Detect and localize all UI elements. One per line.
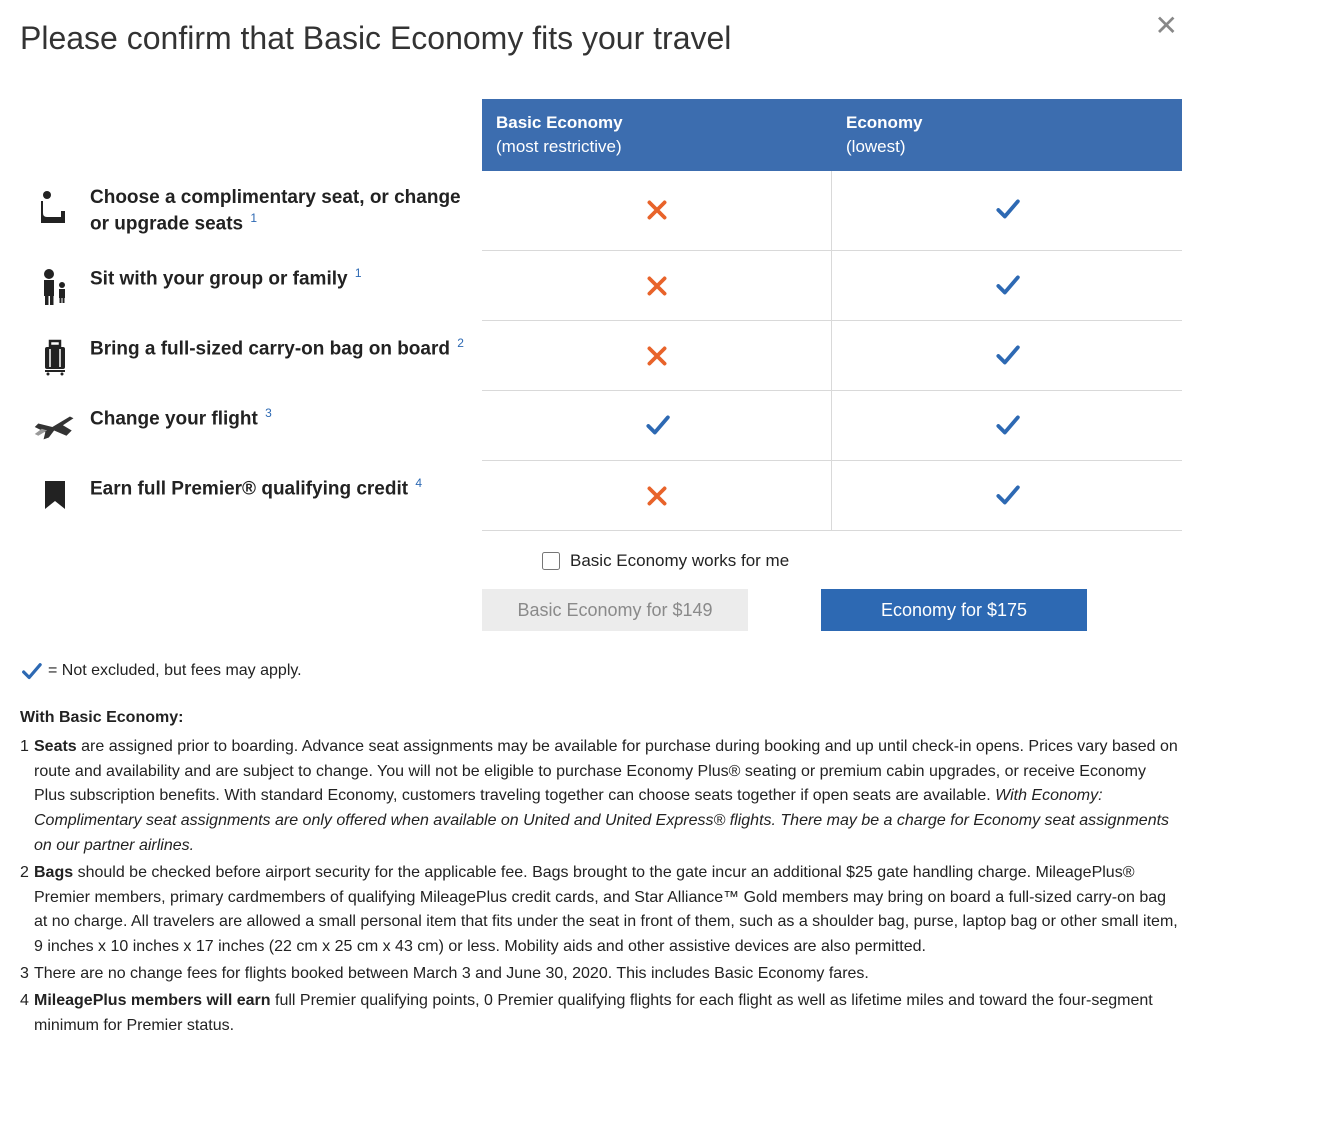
spacer bbox=[20, 99, 482, 171]
x-icon bbox=[644, 483, 670, 509]
basic-value bbox=[482, 321, 832, 391]
ribbon-icon bbox=[20, 475, 90, 517]
footnote-2: Bags should be checked before airport se… bbox=[20, 861, 1180, 960]
check-icon bbox=[994, 413, 1020, 439]
comparison-grid: Basic Economy (most restrictive) Economy… bbox=[20, 99, 1318, 631]
acknowledge-checkbox-row: Basic Economy works for me bbox=[482, 531, 1182, 585]
basic-value bbox=[482, 391, 832, 461]
legend-text: = Not excluded, but fees may apply. bbox=[48, 659, 302, 684]
seat-icon bbox=[20, 185, 90, 227]
with-basic-heading: With Basic Economy: bbox=[20, 706, 1180, 731]
economy-value bbox=[832, 171, 1182, 252]
feature-label: Bring a full-sized carry-on bag on board… bbox=[20, 321, 482, 391]
basic-value bbox=[482, 251, 832, 321]
fare-confirm-modal: ✕ Please confirm that Basic Economy fits… bbox=[20, 20, 1318, 1038]
feature-text: Sit with your group or family 1 bbox=[90, 265, 362, 292]
check-icon bbox=[20, 661, 42, 683]
feature-label: Change your flight 3 bbox=[20, 391, 482, 461]
x-icon bbox=[644, 343, 670, 369]
select-economy-button[interactable]: Economy for $175 bbox=[821, 589, 1087, 631]
check-icon bbox=[994, 273, 1020, 299]
basic-value bbox=[482, 171, 832, 252]
feature-label: Choose a complimentary seat, or change o… bbox=[20, 171, 482, 252]
footnote-3: There are no change fees for flights boo… bbox=[20, 962, 1180, 987]
feature-label: Sit with your group or family 1 bbox=[20, 251, 482, 321]
tier-sublabel: (lowest) bbox=[846, 135, 1168, 159]
footnote-section: = Not excluded, but fees may apply. With… bbox=[20, 659, 1180, 1038]
footnotes-list: Seats are assigned prior to boarding. Ad… bbox=[20, 735, 1180, 1039]
feature-text: Earn full Premier® qualifying credit 4 bbox=[90, 475, 422, 502]
tier-label: Economy bbox=[846, 113, 923, 132]
check-icon bbox=[994, 483, 1020, 509]
close-icon[interactable]: ✕ bbox=[1155, 12, 1178, 40]
feature-text: Bring a full-sized carry-on bag on board… bbox=[90, 335, 464, 362]
acknowledge-label[interactable]: Basic Economy works for me bbox=[570, 551, 789, 571]
spacer bbox=[20, 585, 482, 631]
feature-text: Choose a complimentary seat, or change o… bbox=[90, 185, 470, 238]
column-header-basic: Basic Economy (most restrictive) bbox=[482, 99, 832, 171]
tier-label: Basic Economy bbox=[496, 113, 623, 132]
footnote-4: MileagePlus members will earn full Premi… bbox=[20, 989, 1180, 1039]
feature-text: Change your flight 3 bbox=[90, 405, 272, 432]
button-row: Basic Economy for $149 Economy for $175 bbox=[482, 589, 1182, 631]
check-icon bbox=[994, 343, 1020, 369]
feature-label: Earn full Premier® qualifying credit 4 bbox=[20, 461, 482, 531]
x-icon bbox=[644, 197, 670, 223]
tier-sublabel: (most restrictive) bbox=[496, 135, 818, 159]
column-header-economy: Economy (lowest) bbox=[832, 99, 1182, 171]
economy-value bbox=[832, 461, 1182, 531]
basic-value bbox=[482, 461, 832, 531]
footnote-1: Seats are assigned prior to boarding. Ad… bbox=[20, 735, 1180, 859]
page-title: Please confirm that Basic Economy fits y… bbox=[20, 20, 1318, 57]
plane-icon bbox=[20, 405, 90, 447]
acknowledge-checkbox[interactable] bbox=[542, 552, 560, 570]
check-icon bbox=[994, 197, 1020, 223]
check-icon bbox=[644, 413, 670, 439]
family-icon bbox=[20, 265, 90, 307]
x-icon bbox=[644, 273, 670, 299]
legend: = Not excluded, but fees may apply. bbox=[20, 659, 1180, 684]
bag-icon bbox=[20, 335, 90, 377]
economy-value bbox=[832, 391, 1182, 461]
spacer bbox=[20, 531, 482, 585]
economy-value bbox=[832, 321, 1182, 391]
economy-value bbox=[832, 251, 1182, 321]
select-basic-economy-button: Basic Economy for $149 bbox=[482, 589, 748, 631]
